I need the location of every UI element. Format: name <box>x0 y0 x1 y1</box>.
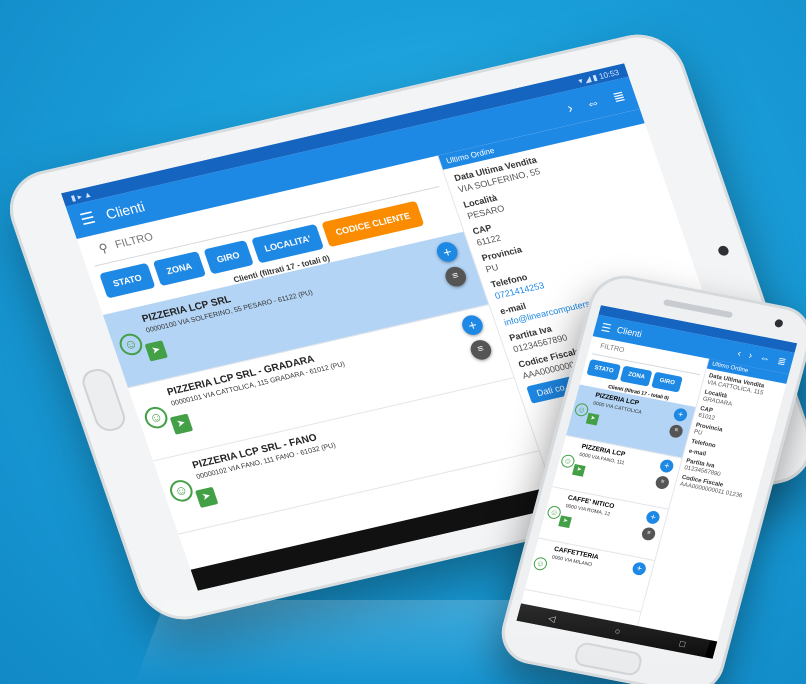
swap-icon[interactable]: ⇔ <box>759 352 772 365</box>
tablet-home-button <box>78 366 129 434</box>
phone-speaker <box>662 299 734 319</box>
swap-icon[interactable]: ⇔ <box>583 93 602 111</box>
smiley-icon: ☺ <box>116 331 146 358</box>
menu-icon[interactable]: ≡ <box>467 338 494 362</box>
filter-giro-button[interactable]: GIRO <box>651 371 683 393</box>
chevron-right-icon[interactable]: › <box>747 350 753 361</box>
navigation-icon[interactable]: ➤ <box>558 515 572 529</box>
menu-icon[interactable]: ≡ <box>668 423 685 439</box>
smiley-icon: ☺ <box>532 556 549 572</box>
search-input[interactable]: FILTRO <box>114 231 155 251</box>
filter-list-icon[interactable]: ≣ <box>776 356 787 368</box>
navigation-icon[interactable]: ➤ <box>571 464 586 477</box>
product-mockup: ▮ ▸ ▲ ▾ ◢ ▮ 10:53 ☰ Clienti › ⇔ ≣ ⚲ FILTR… <box>0 0 806 684</box>
smiley-icon: ☺ <box>141 404 171 431</box>
navigation-icon[interactable]: ➤ <box>169 413 194 435</box>
phone-camera <box>773 318 784 329</box>
menu-icon[interactable]: ≡ <box>442 264 469 289</box>
chevron-left-icon[interactable]: ‹ <box>736 348 742 359</box>
navigation-icon[interactable]: ➤ <box>194 486 219 508</box>
chevron-right-icon[interactable]: › <box>565 99 575 115</box>
navigation-icon[interactable]: ➤ <box>585 412 600 426</box>
search-icon: ⚲ <box>96 240 111 256</box>
filter-stato-button[interactable]: STATO <box>99 262 156 299</box>
filter-zona-button[interactable]: ZONA <box>152 251 206 287</box>
tablet-camera <box>716 244 730 257</box>
floor-reflection <box>134 600 726 684</box>
filter-giro-button[interactable]: GIRO <box>202 240 254 275</box>
filter-list-icon[interactable]: ≣ <box>610 87 627 106</box>
filter-stato-button[interactable]: STATO <box>586 359 622 381</box>
navigation-icon[interactable]: ➤ <box>144 340 168 362</box>
filter-zona-button[interactable]: ZONA <box>620 365 653 387</box>
smiley-icon: ☺ <box>167 477 196 504</box>
menu-icon[interactable]: ≡ <box>654 475 671 491</box>
menu-icon[interactable]: ≡ <box>640 526 657 542</box>
